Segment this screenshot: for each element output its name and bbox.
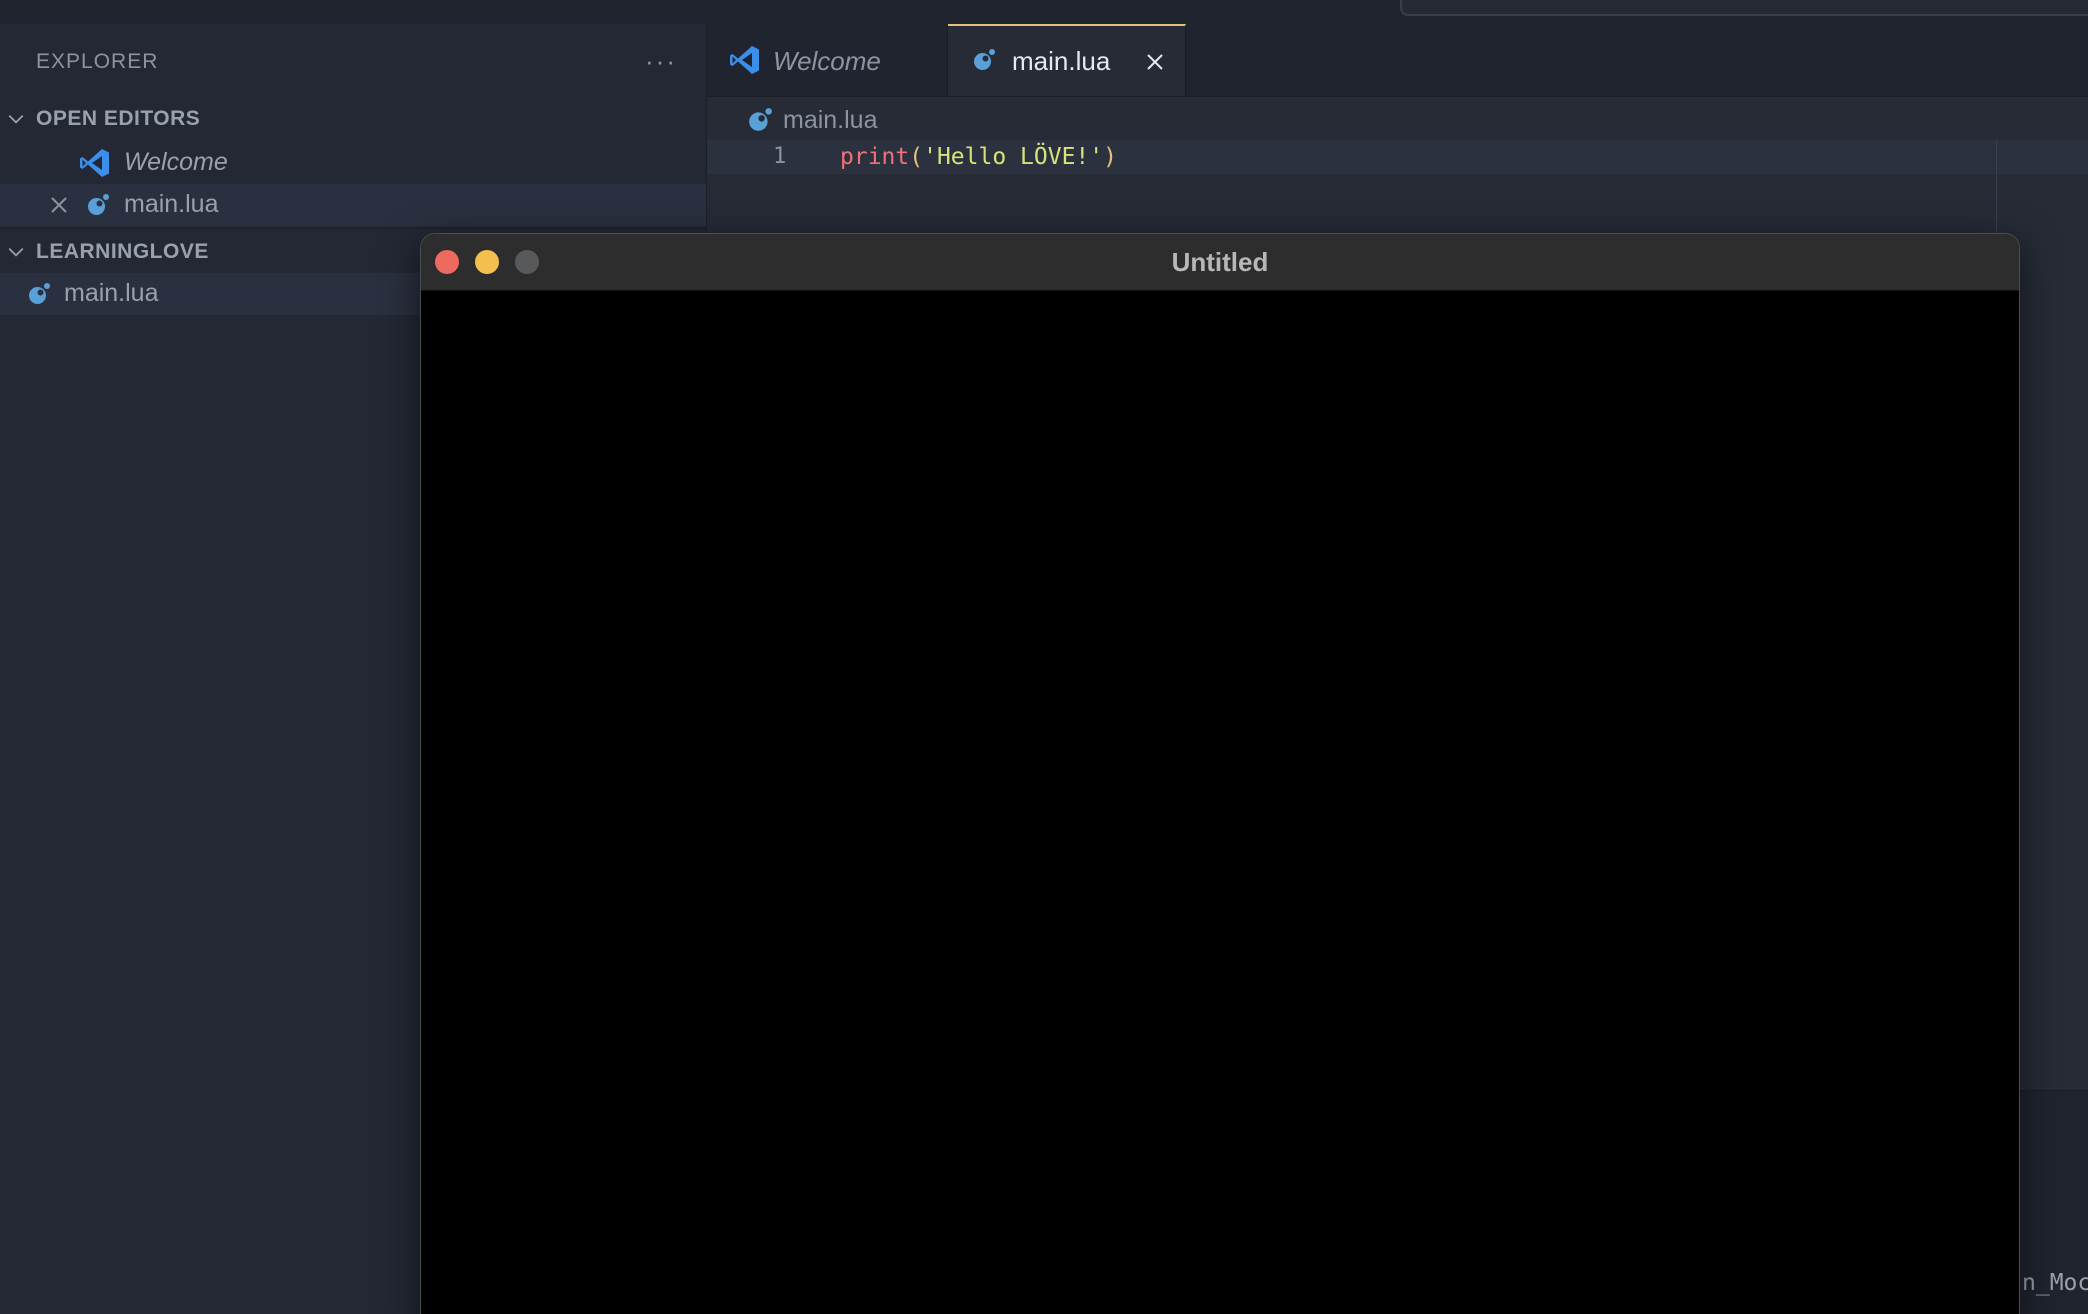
command-center[interactable] (1400, 0, 2088, 16)
window-canvas[interactable] (421, 291, 2019, 1314)
section-divider (0, 228, 706, 229)
vscode-icon (728, 43, 762, 84)
folder-label: LEARNINGLOVE (36, 240, 209, 263)
open-editors-label: OPEN EDITORS (36, 107, 201, 130)
lua-icon (86, 193, 110, 217)
tab-bar: Welcome main.lua (707, 24, 2088, 97)
code-close-paren: ) (1103, 144, 1117, 170)
open-editor-item-main-lua[interactable]: main.lua (0, 184, 706, 226)
lua-icon (749, 108, 772, 131)
open-editor-item-welcome[interactable]: Welcome (0, 142, 706, 184)
lua-icon (972, 48, 996, 79)
code-function: print (840, 144, 910, 170)
chevron-down-icon (0, 234, 32, 270)
vscode-icon (78, 146, 112, 180)
open-editor-label: Welcome (124, 148, 228, 176)
breadcrumb-file: main.lua (783, 105, 878, 134)
code-open-paren: ( (909, 144, 924, 170)
screen: EXPLORER ··· OPEN EDITORS Welcome main.l… (0, 0, 2088, 1314)
line-number: 1 (773, 144, 787, 169)
code-line[interactable]: print('Hello LÖVE!') (840, 140, 1117, 174)
tab-label: main.lua (1012, 46, 1111, 76)
chevron-down-icon (0, 101, 32, 137)
open-editors-header[interactable]: OPEN EDITORS (0, 101, 706, 137)
tab-main-lua[interactable]: main.lua (948, 24, 1186, 96)
file-label: main.lua (64, 279, 159, 307)
tab-welcome[interactable]: Welcome (707, 24, 948, 96)
code-string: 'Hello LÖVE!' (923, 144, 1104, 170)
breadcrumb[interactable]: main.lua (747, 103, 878, 137)
panel-text: n_Moc (2022, 1270, 2088, 1296)
window-title: Untitled (1171, 247, 1269, 277)
ellipsis-icon[interactable]: ··· (645, 48, 679, 80)
close-icon[interactable] (48, 194, 70, 216)
title-bar (0, 0, 2088, 25)
window-title-bar[interactable]: Untitled (421, 234, 2019, 291)
tab-label: Welcome (773, 46, 881, 76)
explorer-title: EXPLORER (36, 50, 159, 73)
open-editor-label: main.lua (124, 190, 219, 218)
lua-icon (27, 282, 51, 306)
love-window[interactable]: Untitled (421, 234, 2019, 1314)
close-icon[interactable] (1144, 49, 1166, 71)
